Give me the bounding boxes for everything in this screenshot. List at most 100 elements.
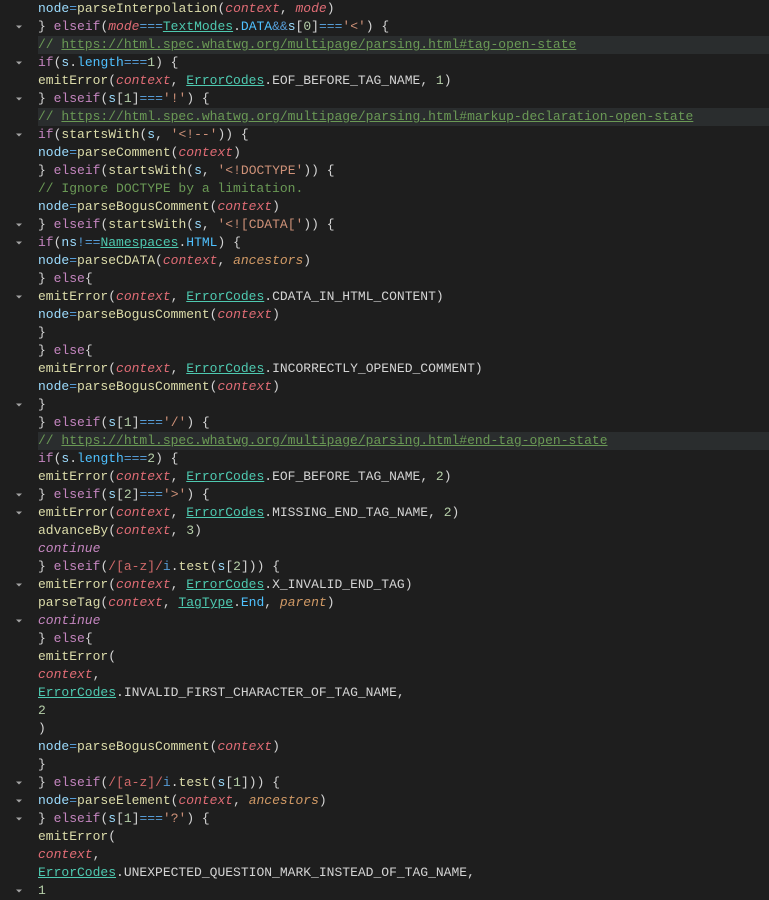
code-line[interactable]: } else { <box>38 342 769 360</box>
fold-toggle <box>0 72 38 90</box>
code-line[interactable]: emitError( <box>38 828 769 846</box>
fold-toggle[interactable] <box>0 126 38 144</box>
code-line[interactable]: emitError(context, ErrorCodes.MISSING_EN… <box>38 504 769 522</box>
chevron-down-icon[interactable] <box>13 795 25 807</box>
chevron-down-icon[interactable] <box>13 57 25 69</box>
spec-link-markup-decl[interactable]: https://html.spec.whatwg.org/multipage/p… <box>61 108 693 126</box>
spec-link-tag-open[interactable]: https://html.spec.whatwg.org/multipage/p… <box>61 36 576 54</box>
code-line[interactable]: } else if (startsWith(s, '<![CDATA[')) { <box>38 216 769 234</box>
code-line[interactable]: 2 <box>38 702 769 720</box>
code-line[interactable]: continue <box>38 612 769 630</box>
code-line[interactable]: node = parseBogusComment(context) <box>38 306 769 324</box>
code-line[interactable]: parseTag(context, TagType.End, parent) <box>38 594 769 612</box>
code-line[interactable]: } else if (startsWith(s, '<!DOCTYPE')) { <box>38 162 769 180</box>
fold-toggle <box>0 342 38 360</box>
code-line[interactable]: } else if (s[1] === '/') { <box>38 414 769 432</box>
code-line[interactable]: } else if (s[1] === '?') { <box>38 810 769 828</box>
code-line[interactable]: 1 <box>38 882 769 900</box>
fold-toggle <box>0 0 38 18</box>
code-line[interactable]: advanceBy(context, 3) <box>38 522 769 540</box>
code-line[interactable]: } else if (s[2] === '>') { <box>38 486 769 504</box>
fold-toggle <box>0 630 38 648</box>
fold-toggle[interactable] <box>0 486 38 504</box>
code-line[interactable]: } <box>38 396 769 414</box>
fold-toggle[interactable] <box>0 612 38 630</box>
code-line[interactable]: context, <box>38 846 769 864</box>
fold-toggle <box>0 270 38 288</box>
chevron-down-icon[interactable] <box>13 885 25 897</box>
code-line[interactable]: } else if (mode === TextModes.DATA && s[… <box>38 18 769 36</box>
code-line[interactable]: // Ignore DOCTYPE by a limitation. <box>38 180 769 198</box>
chevron-down-icon[interactable] <box>13 399 25 411</box>
code-line[interactable]: emitError(context, ErrorCodes.INCORRECTL… <box>38 360 769 378</box>
code-line[interactable]: emitError(context, ErrorCodes.X_INVALID_… <box>38 576 769 594</box>
spec-link-end-tag[interactable]: https://html.spec.whatwg.org/multipage/p… <box>61 432 607 450</box>
code-line[interactable]: } else { <box>38 270 769 288</box>
code-line[interactable]: ErrorCodes.INVALID_FIRST_CHARACTER_OF_TA… <box>38 684 769 702</box>
code-line[interactable]: node = parseCDATA(context, ancestors) <box>38 252 769 270</box>
fold-toggle[interactable] <box>0 54 38 72</box>
code-line[interactable]: ErrorCodes.UNEXPECTED_QUESTION_MARK_INST… <box>38 864 769 882</box>
code-line[interactable]: node = parseBogusComment(context) <box>38 738 769 756</box>
chevron-down-icon[interactable] <box>13 291 25 303</box>
code-line[interactable]: } else if (/[a-z]/i.test(s[1])) { <box>38 774 769 792</box>
code-line[interactable]: // https://html.spec.whatwg.org/multipag… <box>38 432 769 450</box>
chevron-down-icon[interactable] <box>13 579 25 591</box>
fold-toggle[interactable] <box>0 792 38 810</box>
code-line[interactable]: } else if (/[a-z]/i.test(s[2])) { <box>38 558 769 576</box>
code-line[interactable]: node = parseInterpolation(context, mode) <box>38 0 769 18</box>
fold-toggle <box>0 414 38 432</box>
code-line[interactable]: context, <box>38 666 769 684</box>
fold-toggle[interactable] <box>0 882 38 900</box>
code-line[interactable]: emitError(context, ErrorCodes.EOF_BEFORE… <box>38 468 769 486</box>
code-line[interactable]: emitError(context, ErrorCodes.EOF_BEFORE… <box>38 72 769 90</box>
chevron-down-icon[interactable] <box>13 777 25 789</box>
fold-gutter <box>0 0 38 900</box>
code-line[interactable]: } <box>38 756 769 774</box>
chevron-down-icon[interactable] <box>13 489 25 501</box>
chevron-down-icon[interactable] <box>13 21 25 33</box>
fold-toggle[interactable] <box>0 576 38 594</box>
fold-toggle[interactable] <box>0 234 38 252</box>
code-line[interactable]: node = parseElement(context, ancestors) <box>38 792 769 810</box>
code-line[interactable]: } <box>38 324 769 342</box>
fold-toggle <box>0 306 38 324</box>
fold-toggle[interactable] <box>0 216 38 234</box>
code-line[interactable]: emitError( <box>38 648 769 666</box>
code-line[interactable]: continue <box>38 540 769 558</box>
code-line[interactable]: if (ns !== Namespaces.HTML) { <box>38 234 769 252</box>
chevron-down-icon[interactable] <box>13 129 25 141</box>
code-area[interactable]: node = parseInterpolation(context, mode)… <box>38 0 769 900</box>
fold-toggle <box>0 702 38 720</box>
fold-toggle[interactable] <box>0 18 38 36</box>
chevron-down-icon[interactable] <box>13 507 25 519</box>
code-line[interactable]: if (s.length === 2) { <box>38 450 769 468</box>
code-line[interactable]: node = parseComment(context) <box>38 144 769 162</box>
fold-toggle[interactable] <box>0 774 38 792</box>
chevron-down-icon[interactable] <box>13 615 25 627</box>
fold-toggle[interactable] <box>0 396 38 414</box>
code-line[interactable]: ) <box>38 720 769 738</box>
code-line[interactable]: // https://html.spec.whatwg.org/multipag… <box>38 36 769 54</box>
fold-toggle <box>0 522 38 540</box>
code-editor: node = parseInterpolation(context, mode)… <box>0 0 769 900</box>
fold-toggle <box>0 738 38 756</box>
fold-toggle <box>0 540 38 558</box>
chevron-down-icon[interactable] <box>13 237 25 249</box>
fold-toggle[interactable] <box>0 504 38 522</box>
code-line[interactable]: emitError(context, ErrorCodes.CDATA_IN_H… <box>38 288 769 306</box>
code-line[interactable]: } else if (s[1] === '!') { <box>38 90 769 108</box>
chevron-down-icon[interactable] <box>13 93 25 105</box>
code-line[interactable]: if (startsWith(s, '<!--')) { <box>38 126 769 144</box>
code-line[interactable]: // https://html.spec.whatwg.org/multipag… <box>38 108 769 126</box>
code-line[interactable]: node = parseBogusComment(context) <box>38 198 769 216</box>
chevron-down-icon[interactable] <box>13 813 25 825</box>
fold-toggle[interactable] <box>0 90 38 108</box>
fold-toggle <box>0 432 38 450</box>
fold-toggle[interactable] <box>0 810 38 828</box>
code-line[interactable]: } else { <box>38 630 769 648</box>
chevron-down-icon[interactable] <box>13 219 25 231</box>
fold-toggle[interactable] <box>0 288 38 306</box>
code-line[interactable]: if (s.length === 1) { <box>38 54 769 72</box>
code-line[interactable]: node = parseBogusComment(context) <box>38 378 769 396</box>
